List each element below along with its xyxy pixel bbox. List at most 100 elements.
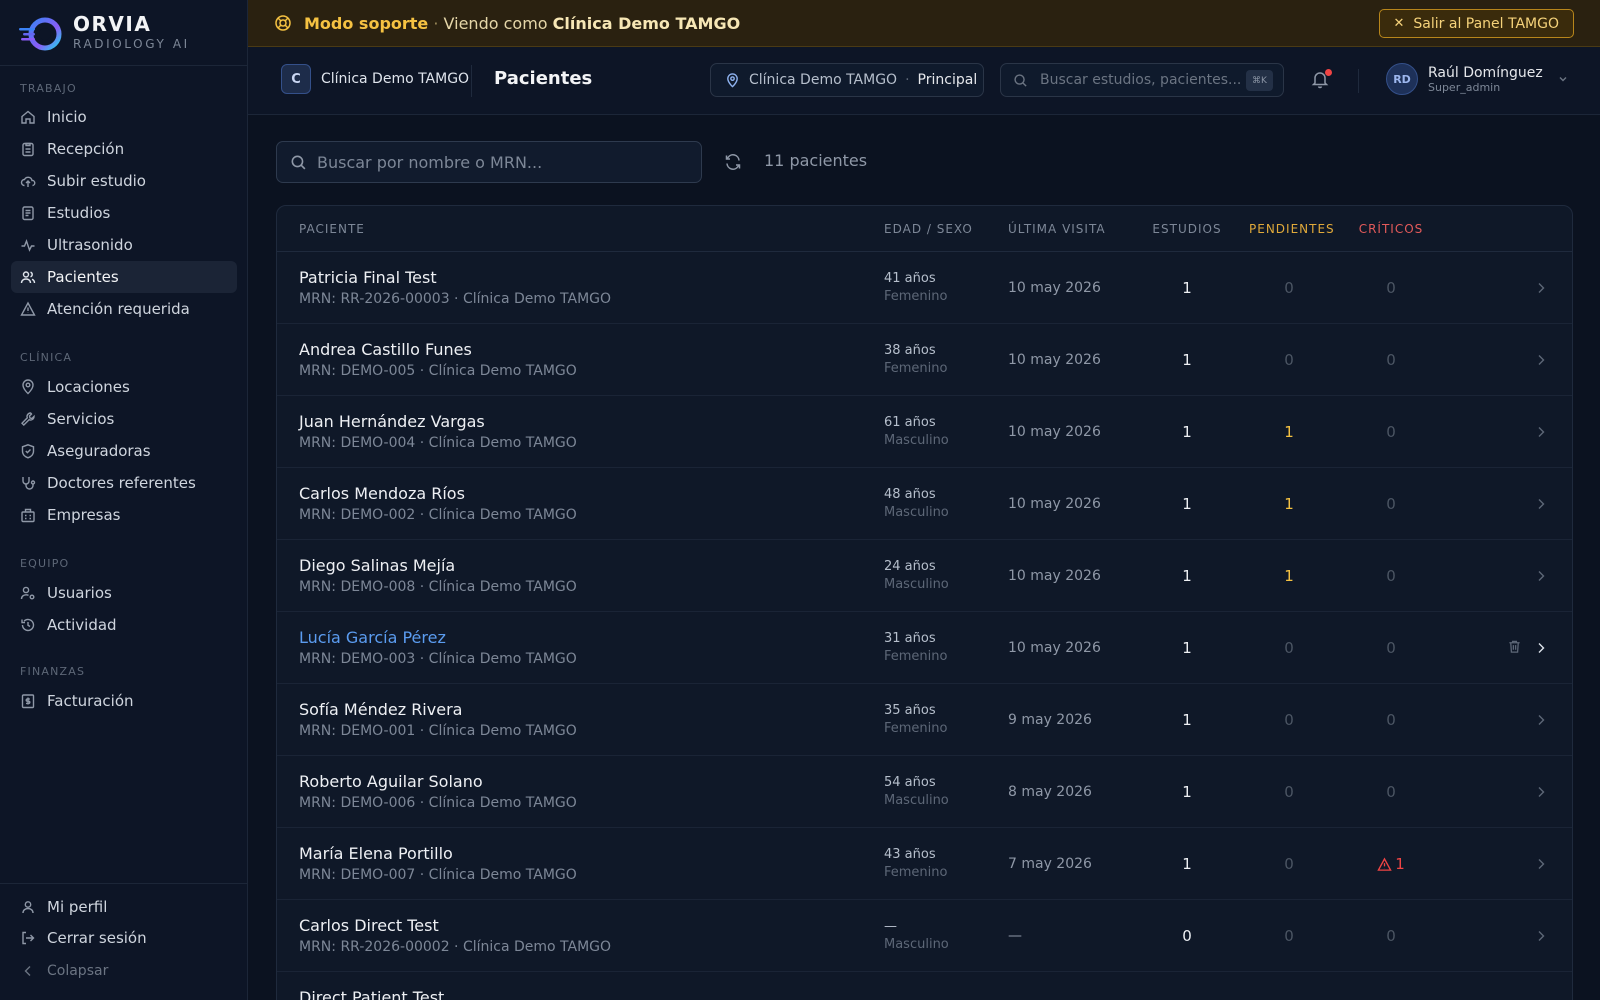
sidebar-item-servicios[interactable]: Servicios [11,403,237,435]
chevron-right-icon[interactable] [1534,352,1548,366]
sidebar-item-cerrar-sesion[interactable]: Cerrar sesión [11,922,237,954]
sidebar-item-doctores-referentes[interactable]: Doctores referentes [11,467,237,499]
sidebar-item-label: Atención requerida [47,300,190,318]
patient-critical-count: 1 [1351,855,1431,873]
patient-search-input[interactable]: Buscar por nombre o MRN... [276,141,702,183]
sidebar-item-empresas[interactable]: Empresas [11,499,237,531]
patient-name[interactable]: Carlos Mendoza Ríos [299,484,465,503]
critical-value: 0 [1386,927,1396,945]
support-mode-label: Modo soporte [304,13,429,33]
chevron-right-icon[interactable] [1534,280,1548,294]
patient-name[interactable]: Andrea Castillo Funes [299,340,472,359]
table-row[interactable]: Lucía García Pérez MRN: DEMO-003 · Clínic… [277,612,1572,684]
table-row[interactable]: María Elena Portillo MRN: DEMO-007 · Clín… [277,828,1572,900]
sidebar-item-actividad[interactable]: Actividad [11,609,237,641]
patient-pending-count: 0 [1284,351,1294,369]
table-row[interactable]: Carlos Direct Test MRN: RR-2026-00002 · C… [277,900,1572,972]
exit-support-label: Salir al Panel TAMGO [1413,15,1559,32]
patient-mrn: MRN: RR-2026-00002 · Clínica Demo TAMGO [299,939,612,955]
clinic-name: Clínica Demo TAMGO [321,71,470,87]
nav-section-clinica: CLÍNICA [20,351,73,364]
sidebar-item-ultrasonido[interactable]: Ultrasonido [11,229,237,261]
column-header-patient[interactable]: PACIENTE [299,222,365,236]
sidebar-item-label: Usuarios [47,584,112,602]
patient-name[interactable]: Juan Hernández Vargas [299,412,485,431]
table-row[interactable]: Andrea Castillo Funes MRN: DEMO-005 · Clí… [277,324,1572,396]
nav-section-finanzas: FINANZAS [20,665,86,678]
patient-name[interactable]: Lucía García Pérez [299,628,446,647]
chevron-right-icon[interactable] [1534,784,1548,798]
sidebar-item-label: Subir estudio [47,172,146,190]
patient-name[interactable]: Direct Patient Test [299,988,444,1000]
patient-age: 38 años [884,343,936,358]
patient-sex: Masculino [884,505,949,520]
sidebar-item-usuarios[interactable]: Usuarios [11,577,237,609]
global-search-input[interactable]: Buscar estudios, pacientes... ⌘K [1000,63,1284,97]
patient-name[interactable]: Patricia Final Test [299,268,437,287]
patient-sex: Masculino [884,793,949,808]
sidebar-item-label: Cerrar sesión [47,929,147,947]
users-icon [20,271,36,284]
sidebar-item-estudios[interactable]: Estudios [11,197,237,229]
sidebar-item-aseguradoras[interactable]: Aseguradoras [11,435,237,467]
receipt-icon [21,694,35,709]
patient-name[interactable]: Diego Salinas Mejía [299,556,455,575]
chevron-right-icon[interactable] [1534,640,1548,654]
viewing-as-label: Viendo como [443,13,548,33]
refresh-icon[interactable] [723,152,743,172]
column-header-studies[interactable]: ESTUDIOS [1147,222,1227,236]
table-row[interactable]: Patricia Final Test MRN: RR-2026-00003 · … [277,252,1572,324]
patient-age: 48 años [884,487,936,502]
patient-last-visit: 10 may 2026 [1008,568,1101,584]
patient-sex: Femenino [884,721,948,736]
table-row[interactable]: Juan Hernández Vargas MRN: DEMO-004 · Clí… [277,396,1572,468]
sidebar-item-pacientes[interactable]: Pacientes [11,261,237,293]
sidebar-item-mi-perfil[interactable]: Mi perfil [11,891,237,923]
patient-critical-count: 0 [1351,495,1431,513]
exit-support-button[interactable]: ✕ Salir al Panel TAMGO [1378,9,1574,38]
chevron-right-icon[interactable] [1534,856,1548,870]
sidebar-item-inicio[interactable]: Inicio [11,101,237,133]
sidebar-item-atencion-requerida[interactable]: Atención requerida [11,293,237,325]
table-row[interactable]: Roberto Aguilar Solano MRN: DEMO-006 · Cl… [277,756,1572,828]
table-row[interactable]: Carlos Mendoza Ríos MRN: DEMO-002 · Clíni… [277,468,1572,540]
chevron-right-icon[interactable] [1534,712,1548,726]
column-header-pending[interactable]: PENDIENTES [1249,222,1334,236]
sidebar-item-subir-estudio[interactable]: Subir estudio [11,165,237,197]
chevron-right-icon[interactable] [1534,928,1548,942]
brand-name: ORVIA [73,11,152,36]
trash-icon[interactable] [1507,639,1522,654]
column-header-last-visit[interactable]: ÚLTIMA VISITA [1008,222,1106,236]
table-row[interactable]: Sofía Méndez Rivera MRN: DEMO-001 · Clíni… [277,684,1572,756]
patient-name[interactable]: Sofía Méndez Rivera [299,700,462,719]
location-selector[interactable]: Clínica Demo TAMGO · Principal [710,63,984,97]
patient-name[interactable]: Carlos Direct Test [299,916,439,935]
sidebar-item-label: Doctores referentes [47,474,196,492]
sidebar-item-label: Facturación [47,692,134,710]
header-divider [471,65,472,97]
patient-studies-count: 1 [1182,423,1192,441]
location-branch: Principal [917,72,978,88]
sidebar-item-locaciones[interactable]: Locaciones [11,371,237,403]
chevron-right-icon[interactable] [1534,424,1548,438]
sidebar-collapse-label: Colapsar [47,963,109,979]
user-menu[interactable]: RD Raúl Domínguez Super_admin [1386,63,1569,95]
patient-name[interactable]: Roberto Aguilar Solano [299,772,483,791]
sidebar-item-label: Locaciones [47,378,130,396]
patient-sex: Femenino [884,289,948,304]
sidebar-collapse-button[interactable]: Colapsar [11,958,237,984]
sidebar-item-recepcion[interactable]: Recepción [11,133,237,165]
sidebar-item-label: Inicio [47,108,87,126]
chevron-right-icon[interactable] [1534,496,1548,510]
chevron-right-icon[interactable] [1534,568,1548,582]
orvia-logo-icon [17,12,65,54]
table-row[interactable]: Diego Salinas Mejía MRN: DEMO-008 · Clíni… [277,540,1572,612]
column-header-critical[interactable]: CRÍTICOS [1351,222,1431,236]
patient-name[interactable]: María Elena Portillo [299,844,453,863]
table-row[interactable]: Direct Patient Test [277,972,1572,1000]
column-header-age-sex[interactable]: EDAD / SEXO [884,222,973,236]
patient-critical-count: 0 [1351,567,1431,585]
clinic-switcher[interactable]: C Clínica Demo TAMGO [281,64,469,94]
patient-age: — [884,919,897,934]
sidebar-item-facturacion[interactable]: Facturación [11,685,237,717]
